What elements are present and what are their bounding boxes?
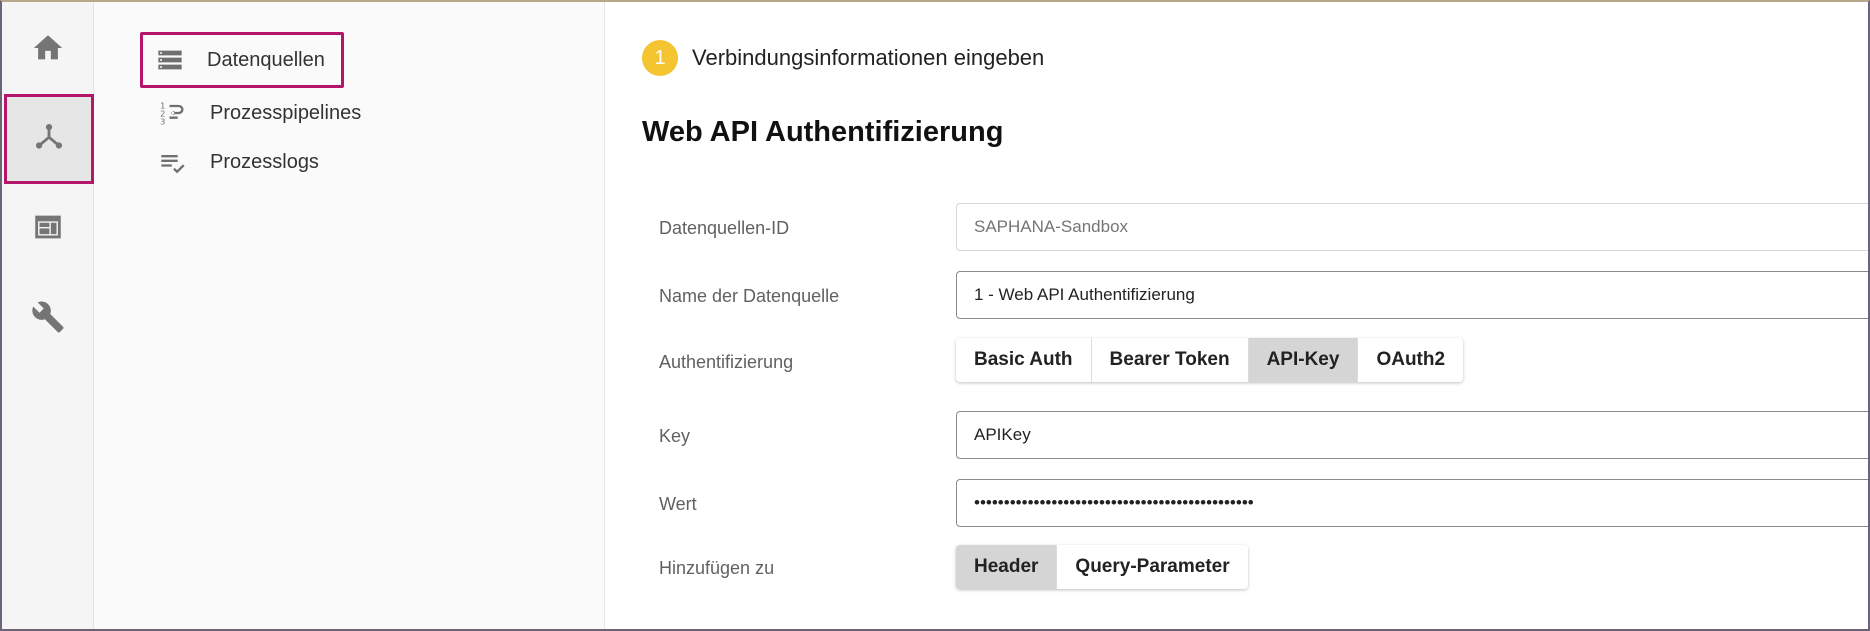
wrench-icon: [31, 300, 65, 339]
auth-label: Authentifizierung: [659, 352, 794, 372]
form-row-datasource-id: Datenquellen-ID: [659, 203, 1868, 253]
main-content: 1 Verbindungsinformationen eingeben Web …: [605, 2, 1868, 629]
key-input[interactable]: [956, 411, 1868, 459]
process-logs-icon: [158, 147, 188, 177]
auth-method-selector: Basic Auth Bearer Token API-Key OAuth2: [956, 338, 1464, 382]
datasource-name-input[interactable]: [956, 271, 1868, 319]
add-to-query-parameter-button[interactable]: Query-Parameter: [1057, 545, 1248, 589]
form-row-auth: Authentifizierung Basic Auth Bearer Toke…: [659, 338, 1868, 388]
icon-rail: [2, 2, 94, 629]
secondary-nav: Datenquellen 123 Prozesspipelines Prozes…: [94, 2, 605, 629]
form-row-value: Wert: [659, 479, 1868, 529]
auth-bearer-token-button[interactable]: Bearer Token: [1091, 338, 1249, 382]
datasource-name-label: Name der Datenquelle: [659, 286, 840, 306]
svg-text:3: 3: [160, 117, 165, 127]
nav-item-datenquellen[interactable]: Datenquellen: [140, 32, 344, 88]
home-icon: [31, 31, 65, 70]
nav-item-label: Prozesslogs: [210, 150, 319, 173]
auth-basic-button[interactable]: Basic Auth: [956, 338, 1092, 382]
nav-item-prozesspipelines[interactable]: 123 Prozesspipelines: [150, 88, 361, 138]
key-label: Key: [659, 426, 691, 446]
datasource-id-input[interactable]: [956, 203, 1868, 251]
step-number-badge: 1: [642, 40, 678, 76]
form-row-datasource-name: Name der Datenquelle: [659, 271, 1868, 321]
rail-dashboard-button[interactable]: [2, 184, 94, 274]
datasource-id-label: Datenquellen-ID: [659, 218, 790, 238]
nav-item-label: Prozesspipelines: [210, 101, 362, 124]
data-hub-icon: [32, 120, 66, 159]
form-row-add-to: Hinzufügen zu Header Query-Parameter: [659, 545, 1868, 595]
page-title: Web API Authentifizierung: [642, 116, 1004, 148]
value-label: Wert: [659, 494, 697, 514]
step-header: 1 Verbindungsinformationen eingeben: [642, 40, 1044, 76]
auth-oauth2-button[interactable]: OAuth2: [1358, 338, 1464, 382]
dashboard-icon: [31, 210, 65, 249]
pipelines-icon: 123: [158, 98, 188, 128]
rail-home-button[interactable]: [2, 5, 94, 95]
app-window: Datenquellen 123 Prozesspipelines Prozes…: [0, 0, 1870, 631]
add-to-label: Hinzufügen zu: [659, 558, 775, 578]
step-title: Verbindungsinformationen eingeben: [692, 45, 1045, 70]
add-to-selector: Header Query-Parameter: [956, 545, 1248, 589]
add-to-header-button[interactable]: Header: [956, 545, 1058, 589]
rail-data-hub-button[interactable]: [4, 94, 94, 184]
auth-api-key-button[interactable]: API-Key: [1248, 338, 1359, 382]
nav-item-prozesslogs[interactable]: Prozesslogs: [150, 137, 319, 187]
nav-item-label: Datenquellen: [207, 48, 325, 71]
datasources-icon: [155, 45, 185, 75]
value-input[interactable]: [956, 479, 1868, 527]
rail-tools-button[interactable]: [2, 274, 94, 364]
form-row-key: Key: [659, 411, 1868, 461]
